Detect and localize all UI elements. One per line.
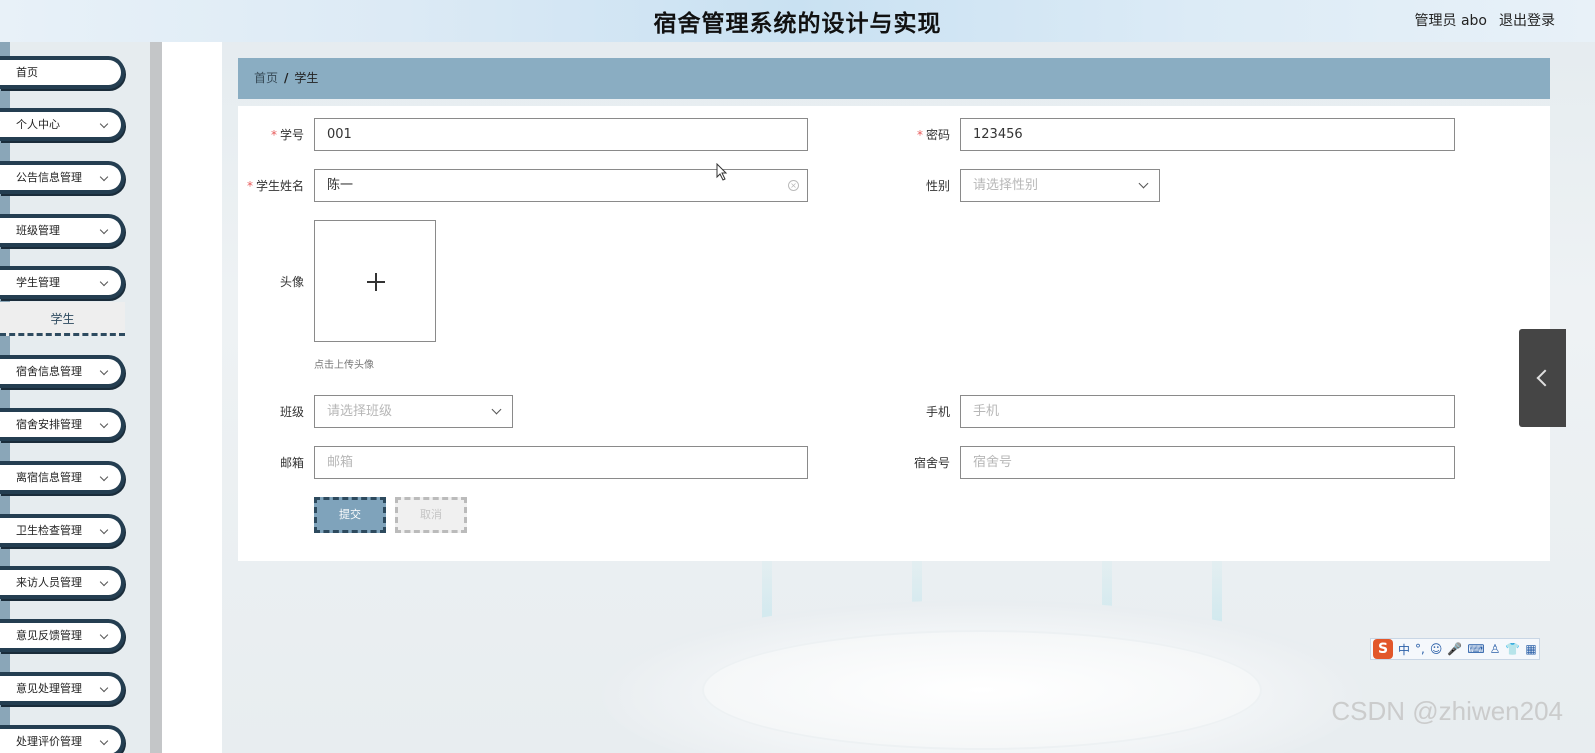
collapse-panel-button[interactable]	[1519, 329, 1566, 427]
avatar-upload[interactable]	[314, 220, 436, 342]
chevron-down-icon	[99, 419, 109, 429]
sidebar-item-hygiene[interactable]: 卫生检查管理	[0, 514, 125, 547]
chevron-down-icon	[99, 172, 109, 182]
ime-skin-icon[interactable]: 👕	[1505, 642, 1520, 656]
chevron-down-icon	[99, 736, 109, 746]
sidebar-item-dorm-info[interactable]: 宿舍信息管理	[0, 355, 125, 388]
avatar-label: 头像	[279, 275, 304, 289]
sidebar: 首页 个人中心 公告信息管理 班级管理 学生管理 学生 宿舍信息管理 宿舍安排管…	[0, 42, 150, 753]
chevron-down-icon	[99, 277, 109, 287]
top-header: 宿舍管理系统的设计与实现 管理员 abo 退出登录	[0, 0, 1595, 42]
dorm-no-input[interactable]: 宿舍号	[960, 446, 1455, 479]
sidebar-item-label: 个人中心	[16, 118, 60, 131]
current-user: 管理员 abo	[1414, 13, 1487, 29]
sidebar-item-personal-center[interactable]: 个人中心	[0, 108, 125, 141]
ime-keyboard-icon[interactable]: ⌨	[1467, 642, 1484, 656]
sidebar-item-label: 离宿信息管理	[16, 471, 82, 484]
clear-icon[interactable]: ×	[788, 180, 799, 191]
submit-button[interactable]: 提交	[314, 497, 386, 533]
ime-mode[interactable]: 中	[1398, 641, 1410, 658]
sidebar-item-home[interactable]: 首页	[0, 56, 125, 89]
chevron-down-icon	[99, 577, 109, 587]
student-no-input[interactable]: 001	[314, 118, 808, 151]
sidebar-item-feedback[interactable]: 意见反馈管理	[0, 619, 125, 652]
password-input[interactable]: 123456	[960, 118, 1455, 151]
chevron-down-icon	[99, 630, 109, 640]
breadcrumb-current: 学生	[294, 71, 319, 85]
dorm-no-label: 宿舍号	[913, 456, 950, 470]
password-label: * 密码	[916, 128, 950, 142]
ime-punctuation[interactable]: °,	[1415, 642, 1425, 656]
ime-mic-icon[interactable]: 🎤	[1447, 642, 1462, 656]
breadcrumb-home[interactable]: 首页	[254, 71, 278, 85]
app-title: 宿舍管理系统的设计与实现	[653, 11, 942, 37]
ime-user-icon[interactable]: ♙	[1490, 642, 1501, 656]
required-mark: *	[270, 128, 277, 142]
ime-grid-icon[interactable]: ▦	[1525, 642, 1536, 656]
student-name-label: * 学生姓名	[246, 179, 304, 193]
chevron-down-icon	[99, 225, 109, 235]
chevron-down-icon	[491, 404, 502, 415]
mouse-cursor-icon	[716, 163, 728, 181]
sidebar-item-label: 学生管理	[16, 276, 60, 289]
chevron-left-icon	[1536, 369, 1554, 387]
gender-select[interactable]: 请选择性别	[960, 169, 1160, 202]
avatar-upload-hint: 点击上传头像	[314, 360, 374, 371]
ime-toolbar[interactable]: S 中 °, ☺ 🎤 ⌨ ♙ 👕 ▦	[1370, 638, 1540, 660]
gender-label: 性别	[925, 179, 950, 193]
class-label: 班级	[279, 405, 304, 419]
chevron-down-icon	[99, 366, 109, 376]
sidebar-item-notice[interactable]: 公告信息管理	[0, 161, 125, 194]
chevron-down-icon	[99, 525, 109, 535]
ime-emoji-icon[interactable]: ☺	[1430, 642, 1443, 656]
email-label: 邮箱	[279, 456, 304, 470]
plus-icon	[375, 273, 377, 291]
required-mark: *	[916, 128, 923, 142]
student-name-input[interactable]: 陈一 ×	[314, 169, 808, 202]
student-name-value: 陈一	[327, 178, 354, 193]
sidebar-item-label: 宿舍信息管理	[16, 365, 82, 378]
sidebar-scrollbar[interactable]	[150, 42, 162, 753]
watermark: CSDN @zhiwen204	[1331, 696, 1563, 726]
sidebar-item-feedback-handle[interactable]: 意见处理管理	[0, 672, 125, 705]
chevron-down-icon	[99, 683, 109, 693]
background-platform-inner	[702, 630, 1262, 750]
chevron-down-icon	[99, 119, 109, 129]
sidebar-item-leave[interactable]: 离宿信息管理	[0, 461, 125, 494]
class-select[interactable]: 请选择班级	[314, 395, 513, 428]
ime-logo-icon: S	[1373, 639, 1393, 659]
sidebar-item-visitor[interactable]: 来访人员管理	[0, 566, 125, 599]
sidebar-item-label: 宿舍安排管理	[16, 418, 82, 431]
sidebar-item-class[interactable]: 班级管理	[0, 214, 125, 247]
chevron-down-icon	[99, 472, 109, 482]
sidebar-item-label: 首页	[16, 66, 38, 79]
sidebar-item-label: 卫生检查管理	[16, 524, 82, 537]
sidebar-item-label: 班级管理	[16, 224, 60, 237]
required-mark: *	[246, 179, 253, 193]
email-input[interactable]: 邮箱	[314, 446, 808, 479]
gender-placeholder: 请选择性别	[973, 178, 1039, 193]
sidebar-item-label: 来访人员管理	[16, 576, 82, 589]
breadcrumb: 首页 / 学生	[238, 58, 1550, 99]
chevron-down-icon	[1138, 178, 1149, 189]
phone-label: 手机	[925, 405, 950, 419]
sidebar-gap	[162, 42, 222, 753]
logout-link[interactable]: 退出登录	[1499, 10, 1555, 30]
phone-input[interactable]: 手机	[960, 395, 1455, 428]
sidebar-item-dorm-arrange[interactable]: 宿舍安排管理	[0, 408, 125, 441]
sidebar-item-label: 公告信息管理	[16, 171, 82, 184]
sidebar-item-student[interactable]: 学生管理	[0, 266, 125, 299]
sidebar-item-label: 处理评价管理	[16, 735, 82, 748]
sidebar-item-label: 意见反馈管理	[16, 629, 82, 642]
student-no-label: * 学号	[270, 128, 304, 142]
submenu-item-student[interactable]: 学生	[0, 302, 125, 336]
sidebar-item-label: 意见处理管理	[16, 682, 82, 695]
cancel-button[interactable]: 取消	[395, 497, 467, 533]
class-placeholder: 请选择班级	[327, 404, 393, 419]
breadcrumb-separator: /	[284, 71, 289, 85]
sidebar-item-evaluation[interactable]: 处理评价管理	[0, 725, 125, 753]
